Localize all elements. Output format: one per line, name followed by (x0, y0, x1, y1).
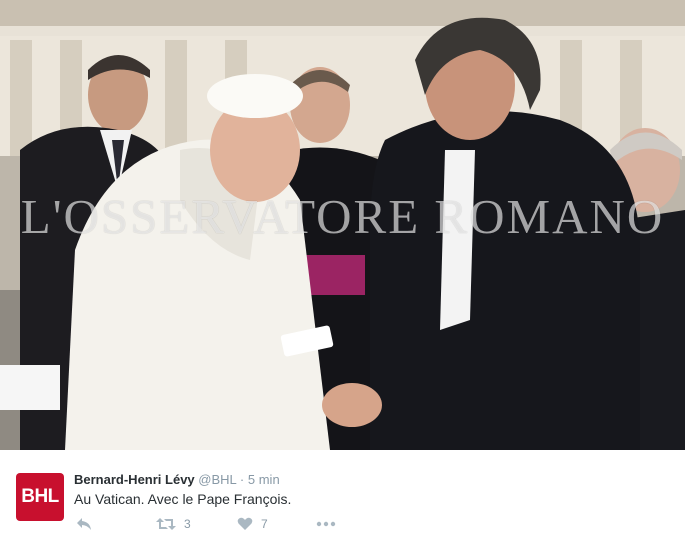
like-button[interactable]: 7 (237, 517, 268, 531)
more-icon (316, 521, 336, 527)
tweet-card: L'OSSERVATORE ROMANO BHL Bernard-Henri L… (0, 0, 685, 536)
tweet-header: Bernard-Henri Lévy @BHL · 5 min (74, 472, 280, 488)
tweet-text: Au Vatican. Avec le Pape François. (74, 491, 292, 507)
tweet-photo[interactable]: L'OSSERVATORE ROMANO (0, 0, 685, 450)
like-count: 7 (261, 517, 268, 531)
timestamp-link[interactable]: 5 min (248, 472, 280, 487)
author-name[interactable]: Bernard-Henri Lévy (74, 472, 195, 487)
separator-dot: · (239, 472, 245, 487)
author-handle[interactable]: @BHL (198, 472, 236, 487)
photo-watermark: L'OSSERVATORE ROMANO (20, 189, 665, 244)
reply-button[interactable] (76, 517, 92, 531)
retweet-icon (156, 518, 176, 530)
tweet-footer: BHL Bernard-Henri Lévy @BHL · 5 min Au V… (0, 450, 685, 536)
more-button[interactable] (316, 517, 336, 531)
retweet-button[interactable]: 3 (156, 517, 191, 531)
heart-icon (237, 517, 253, 530)
reply-icon (77, 518, 91, 530)
avatar[interactable]: BHL (16, 473, 64, 521)
retweet-count: 3 (184, 517, 191, 531)
avatar-text: BHL (21, 486, 59, 507)
